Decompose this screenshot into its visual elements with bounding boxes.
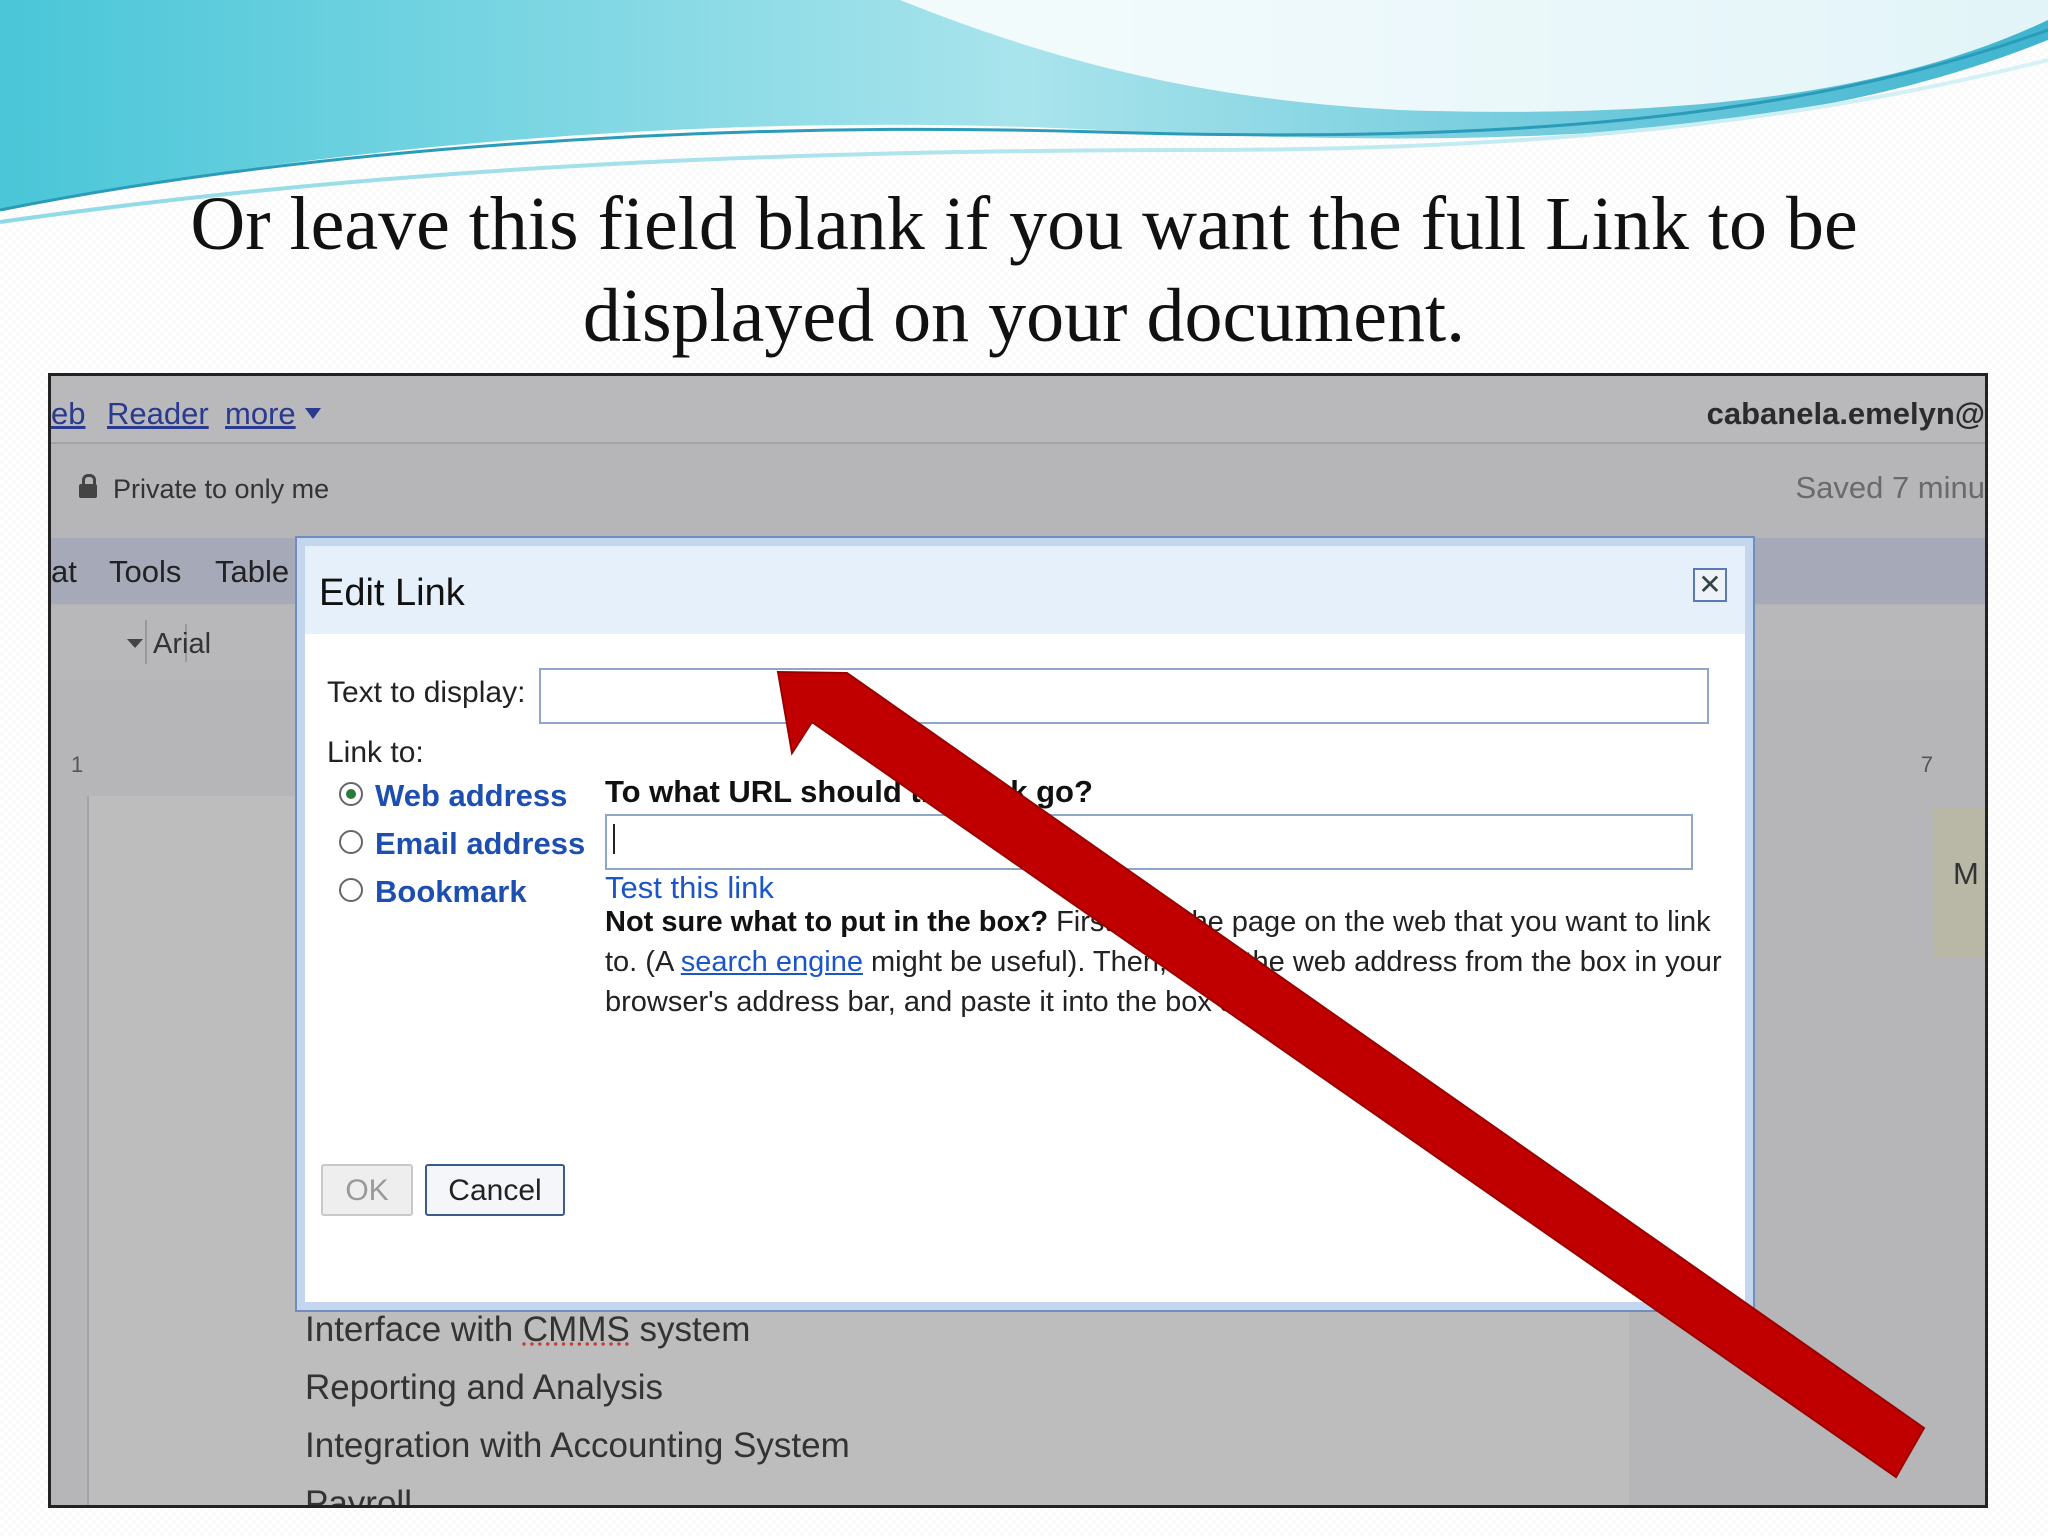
text-to-display-input[interactable] xyxy=(539,668,1709,724)
url-input[interactable] xyxy=(605,814,1693,870)
nav-link-more[interactable]: more xyxy=(225,396,296,432)
top-nav-bar: eb Reader more cabanela.emelyn@ xyxy=(51,376,1985,444)
user-account[interactable]: cabanela.emelyn@ xyxy=(1707,396,1985,432)
email-address-label[interactable]: Email address xyxy=(375,826,585,862)
slide-title: Or leave this field blank if you want th… xyxy=(190,182,1858,358)
menu-format[interactable]: at xyxy=(51,554,77,590)
edit-link-dialog: Edit Link ✕ Text to display: Link to: We… xyxy=(295,536,1755,1312)
search-engine-link[interactable]: search engine xyxy=(681,946,863,978)
saved-status: Saved 7 minu xyxy=(1795,470,1985,505)
email-address-radio[interactable] xyxy=(339,830,363,854)
doc-line-2: Reporting and Analysis xyxy=(305,1368,663,1407)
cancel-button[interactable]: Cancel xyxy=(425,1164,565,1216)
web-address-label[interactable]: Web address xyxy=(375,778,567,814)
doc-line-1: Interface with CMMS system xyxy=(305,1310,751,1349)
doc-line-4: Payroll xyxy=(305,1484,412,1508)
text-cursor xyxy=(613,824,615,854)
side-letter: M xyxy=(1953,856,1979,891)
privacy-label[interactable]: Private to only me xyxy=(113,474,329,505)
help-text: Not sure what to put in the box? First, … xyxy=(605,902,1725,1022)
sharing-status-bar: Private to only me Saved 7 minu xyxy=(51,444,1985,536)
nav-link-web[interactable]: eb xyxy=(51,396,85,432)
doc-line-3: Integration with Accounting System xyxy=(305,1426,850,1465)
help-bold: Not sure what to put in the box? xyxy=(605,906,1049,938)
app-screenshot: eb Reader more cabanela.emelyn@ Private … xyxy=(48,373,1988,1508)
ok-button[interactable]: OK xyxy=(321,1164,413,1216)
dialog-header: Edit Link ✕ xyxy=(305,546,1745,634)
dialog-body: Edit Link ✕ Text to display: Link to: We… xyxy=(305,546,1745,1302)
menu-tools[interactable]: Tools xyxy=(109,554,181,590)
dropdown-arrow-icon[interactable] xyxy=(305,408,321,419)
ruler-right-number: 7 xyxy=(1920,752,1935,777)
url-question: To what URL should this link go? xyxy=(605,774,1093,809)
dialog-title: Edit Link xyxy=(319,572,465,614)
web-address-radio[interactable] xyxy=(339,782,363,806)
bookmark-radio[interactable] xyxy=(339,878,363,902)
menu-table[interactable]: Table xyxy=(215,554,289,590)
test-link[interactable]: Test this link xyxy=(605,870,774,906)
text-to-display-label: Text to display: xyxy=(327,676,526,709)
nav-link-reader[interactable]: Reader xyxy=(107,396,209,432)
font-name: Arial xyxy=(153,628,212,660)
lock-icon xyxy=(79,474,97,498)
link-to-label: Link to: xyxy=(327,736,424,769)
side-panel: M xyxy=(1933,808,1985,958)
ruler-left-number: 1 xyxy=(71,752,84,777)
close-icon[interactable]: ✕ xyxy=(1693,568,1727,602)
bookmark-label[interactable]: Bookmark xyxy=(375,874,527,910)
